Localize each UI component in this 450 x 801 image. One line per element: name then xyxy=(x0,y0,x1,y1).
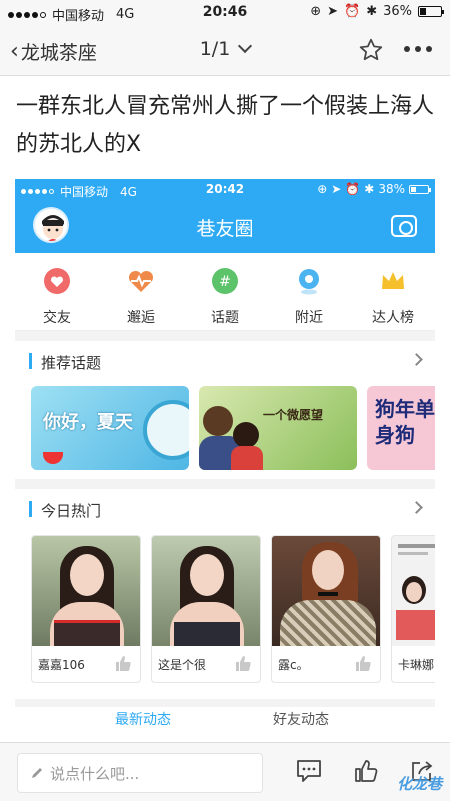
battery-percent: 38% xyxy=(378,182,405,196)
topic-card[interactable]: 你好，夏天 xyxy=(31,386,189,470)
status-bar: 中国移动 4G 20:46 ⊕ ➤ ⏰ ✱ 36% xyxy=(0,0,450,26)
quick-link-encounter: 邂逅 xyxy=(99,267,183,327)
recommended-topics-header: 推荐话题 xyxy=(15,341,435,381)
favorite-button[interactable] xyxy=(358,37,384,67)
pencil-icon xyxy=(32,768,42,778)
heartbeat-icon xyxy=(127,267,155,295)
section-title: 今日热门 xyxy=(41,502,102,520)
battery-percent: 36% xyxy=(383,4,412,19)
location-arrow-icon: ➤ xyxy=(331,182,342,196)
embedded-status-bar: 中国移动 4G 20:42 ⊕ ➤ ⏰ ✱ 38% xyxy=(15,179,435,201)
user-name: 露c。 xyxy=(278,658,309,672)
quick-link-topics: # 话题 xyxy=(183,267,267,327)
more-button[interactable] xyxy=(404,46,432,52)
topic-card[interactable]: 一个微愿望 xyxy=(199,386,357,470)
heart-icon xyxy=(43,267,71,295)
comment-placeholder: 说点什么吧... xyxy=(50,764,140,783)
star-icon xyxy=(359,38,383,61)
thumbs-up-icon[interactable] xyxy=(114,654,132,672)
svg-text:#: # xyxy=(219,274,231,290)
location-arrow-icon: ➤ xyxy=(327,4,338,19)
quick-link-rankings: 达人榜 xyxy=(351,267,435,327)
chevron-right-icon xyxy=(410,353,423,366)
user-photo xyxy=(32,536,140,646)
hot-today-header: 今日热门 xyxy=(15,489,435,529)
topic-card[interactable]: 狗年单身狗 xyxy=(367,386,435,470)
embedded-title: 巷友圈 xyxy=(196,218,254,240)
quick-links: 交友 邂逅 # 话题 附近 达人榜 xyxy=(15,253,435,331)
user-card[interactable]: 露c。 xyxy=(271,535,381,683)
user-name: 这是个很 xyxy=(158,658,207,672)
tab-latest[interactable]: 最新动态 xyxy=(115,709,171,729)
embedded-header: 巷友圈 xyxy=(15,201,435,253)
user-name: 卡琳娜 xyxy=(398,658,435,672)
tab-friends[interactable]: 好友动态 xyxy=(273,709,329,729)
bluetooth-icon: ✱ xyxy=(364,182,375,196)
post-title: 一群东北人冒充常州人撕了一个假装上海人的苏北人的X xyxy=(16,94,435,157)
battery-icon xyxy=(409,184,431,194)
alarm-icon: ⏰ xyxy=(344,4,361,19)
alarm-icon: ⏰ xyxy=(345,182,361,196)
user-photo xyxy=(392,536,435,646)
chevron-down-icon xyxy=(238,38,253,54)
watermark: 化龙巷 xyxy=(396,775,442,793)
user-card[interactable]: 嘉嘉106 xyxy=(31,535,141,683)
topic-text: 狗年单身狗 xyxy=(375,397,435,447)
rotation-lock-icon: ⊕ xyxy=(317,182,328,196)
nav-bar: ‹ 龙城茶座 1/1 xyxy=(0,26,450,76)
battery-icon xyxy=(418,6,444,17)
hot-cards: 嘉嘉106 这是个很 露c。 卡琳娜 xyxy=(15,529,435,699)
quick-link-nearby: 附近 xyxy=(267,267,351,327)
section-title: 推荐话题 xyxy=(41,354,102,372)
topics-carousel: 你好，夏天 一个微愿望 狗年单身狗 xyxy=(15,381,435,479)
topic-text: 你好，夏天 xyxy=(43,412,133,433)
bottom-bar: 说点什么吧... 化龙巷 xyxy=(0,742,450,801)
user-card[interactable]: 这是个很 xyxy=(151,535,261,683)
user-card[interactable]: 卡琳娜 xyxy=(391,535,435,683)
feed-tabs: 最新动态 好友动态 xyxy=(15,699,435,739)
quick-link-dating: 交友 xyxy=(15,267,99,327)
topic-text: 一个微愿望 xyxy=(263,408,324,422)
thumbs-up-icon[interactable] xyxy=(234,654,252,672)
rotation-lock-icon: ⊕ xyxy=(310,4,322,19)
camera-icon xyxy=(391,215,417,237)
crown-icon xyxy=(379,267,407,295)
page-indicator: 1/1 xyxy=(199,38,231,60)
location-icon xyxy=(295,267,323,295)
user-name: 嘉嘉106 xyxy=(38,658,85,672)
user-photo xyxy=(152,536,260,646)
bluetooth-icon: ✱ xyxy=(366,4,378,19)
comment-icon[interactable] xyxy=(296,759,322,783)
user-photo xyxy=(272,536,380,646)
thumbs-up-icon[interactable] xyxy=(354,759,378,783)
hashtag-icon: # xyxy=(211,267,239,295)
chevron-right-icon xyxy=(410,501,423,514)
comment-input[interactable]: 说点什么吧... xyxy=(17,753,263,793)
embedded-screenshot: 中国移动 4G 20:42 ⊕ ➤ ⏰ ✱ 38% 巷友圈 交友 邂逅 # 话题… xyxy=(15,179,435,749)
thumbs-up-icon[interactable] xyxy=(354,654,372,672)
